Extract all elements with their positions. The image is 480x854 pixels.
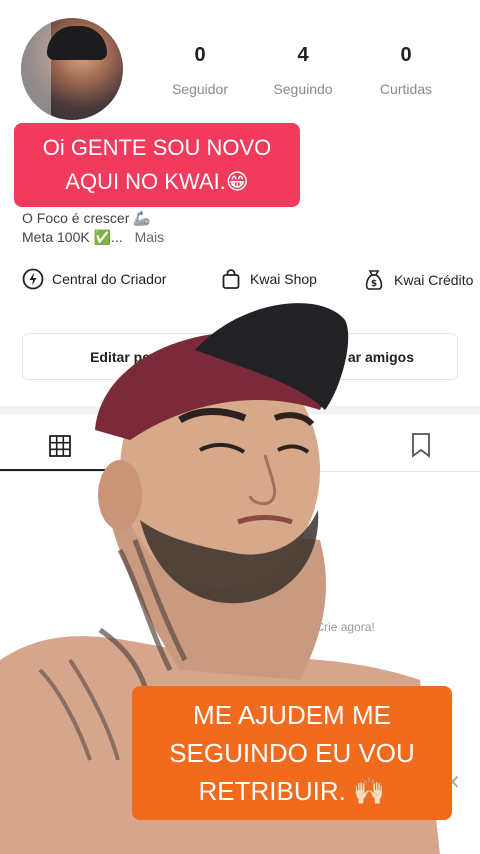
following-label: Seguindo xyxy=(273,81,333,97)
profile-avatar[interactable] xyxy=(21,18,123,120)
profile-bio: O Foco é crescer 🦾 Meta 100K ✅... Mais xyxy=(22,209,164,247)
followers-count: 0 xyxy=(194,44,206,66)
profile-shortcuts: Central do Criador Kwai Shop $ Kwai Créd… xyxy=(0,268,480,298)
bottom-caption-line-2: SEGUINDO EU VOU xyxy=(169,738,415,768)
likes-stat[interactable]: 0 Curtidas xyxy=(361,44,451,97)
creator-center-label: Central do Criador xyxy=(52,271,167,287)
bio-line-2: Meta 100K ✅... xyxy=(22,229,123,245)
kwai-shop-label: Kwai Shop xyxy=(250,271,317,287)
top-caption-line-1: Oi GENTE SOU NOVO xyxy=(42,135,272,160)
svg-text:$: $ xyxy=(371,279,377,289)
empty-state-message: hada. Crie agora! xyxy=(282,620,375,634)
active-tab-indicator xyxy=(0,469,120,471)
edit-profile-label: Editar perfil xyxy=(90,348,168,365)
money-bag-icon: $ xyxy=(365,270,383,290)
kwai-shop-link[interactable]: Kwai Shop xyxy=(220,268,317,290)
kwai-credits-link[interactable]: $ Kwai Crédito xyxy=(362,268,473,292)
bottom-caption-line-3: RETRIBUIR. 🙌🏻 xyxy=(198,776,386,806)
bio-more-link[interactable]: Mais xyxy=(135,229,165,245)
content-tabs xyxy=(0,414,480,472)
bottom-caption-banner: ME AJUDEM ME SEGUINDO EU VOU RETRIBUIR. … xyxy=(132,686,452,820)
likes-count: 0 xyxy=(400,44,412,66)
top-caption-line-2: AQUI NO KWAI.😁 xyxy=(65,169,249,194)
find-friends-button[interactable]: ar amigos xyxy=(244,333,458,380)
likes-label: Curtidas xyxy=(379,81,433,97)
followers-stat[interactable]: 0 Seguidor xyxy=(155,44,245,97)
avatar-background xyxy=(21,18,51,120)
lightning-circle-icon xyxy=(22,268,44,290)
section-divider xyxy=(0,406,480,414)
avatar-cap xyxy=(47,26,107,60)
following-count: 4 xyxy=(297,44,309,66)
following-stat[interactable]: 4 Seguindo xyxy=(258,44,348,97)
followers-label: Seguidor xyxy=(171,81,229,97)
creator-center-link[interactable]: Central do Criador xyxy=(22,268,166,290)
kwai-credits-label: Kwai Crédito xyxy=(394,272,474,288)
find-friends-label: ar amigos xyxy=(347,348,414,365)
bio-line-1: O Foco é crescer 🦾 xyxy=(22,210,151,226)
bottom-caption-line-1: ME AJUDEM ME xyxy=(193,700,391,730)
bookmark-icon[interactable] xyxy=(410,432,432,458)
edit-profile-button[interactable]: Editar perfil xyxy=(22,333,236,380)
top-caption-banner: Oi GENTE SOU NOVO AQUI NO KWAI.😁 xyxy=(14,123,300,207)
grid-icon[interactable] xyxy=(48,434,72,458)
shopping-bag-icon xyxy=(222,269,240,289)
